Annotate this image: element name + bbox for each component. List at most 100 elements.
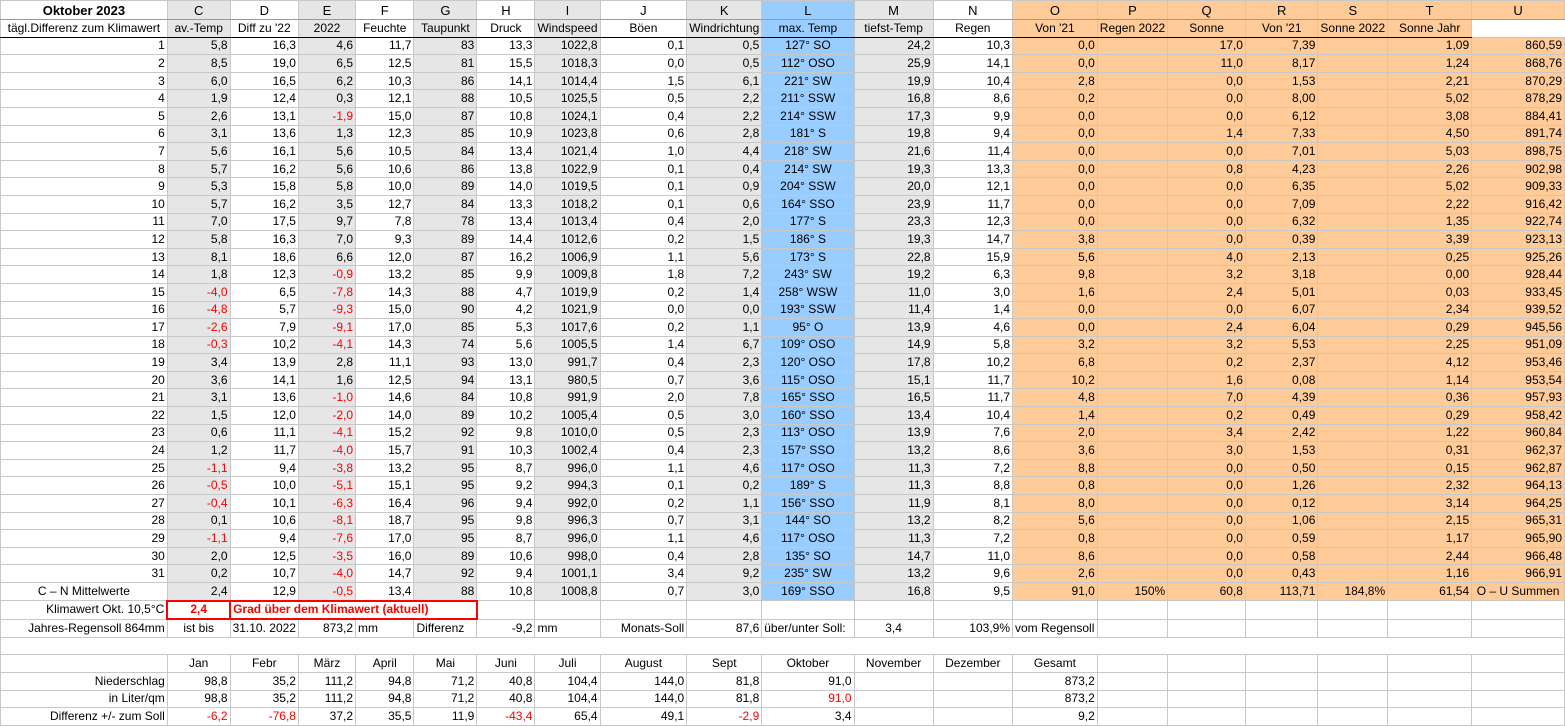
empty-cell[interactable] (1317, 689, 1389, 709)
data-cell[interactable]: 0,0 (1167, 106, 1246, 126)
data-cell[interactable]: 6,32 (1244, 212, 1319, 232)
day-cell[interactable]: 5 (0, 106, 168, 126)
mean-cell[interactable]: 10,8 (476, 581, 536, 602)
data-cell[interactable]: 0,4 (686, 159, 763, 179)
day-cell[interactable]: 29 (0, 529, 168, 548)
summary-cell[interactable]: -2,9 (686, 707, 763, 726)
data-cell[interactable]: 0,0 (1012, 142, 1098, 161)
data-cell[interactable] (1096, 458, 1169, 478)
summary-cell[interactable]: 3,4 (761, 707, 855, 726)
day-cell[interactable]: 15 (0, 282, 168, 302)
summary-cell[interactable]: 94,8 (355, 671, 415, 691)
data-cell[interactable]: 0,0 (1167, 212, 1246, 232)
data-cell[interactable]: -0,9 (297, 265, 357, 284)
data-cell[interactable]: 156° SSO (761, 494, 855, 513)
data-cell[interactable]: 1014,4 (534, 71, 601, 91)
data-cell[interactable] (1096, 511, 1169, 531)
data-cell[interactable]: 6,04 (1244, 318, 1319, 337)
day-cell[interactable]: 19 (0, 353, 168, 372)
monats-value[interactable]: 87,6 (686, 618, 763, 638)
data-cell[interactable]: -1,0 (297, 388, 357, 408)
data-cell[interactable] (1096, 89, 1169, 108)
data-cell[interactable]: 0,2 (686, 476, 763, 496)
data-cell[interactable]: 10,2 (229, 335, 299, 355)
column-letter[interactable]: S (1317, 0, 1389, 20)
month-header[interactable]: Gesamt (1012, 654, 1098, 673)
data-cell[interactable]: -3,8 (297, 458, 357, 478)
data-cell[interactable]: 14,0 (476, 177, 536, 196)
data-cell[interactable]: -8,1 (297, 511, 357, 531)
data-cell[interactable]: 3,2 (1012, 335, 1098, 355)
empty-cell[interactable] (686, 600, 763, 620)
data-cell[interactable]: 12,7 (355, 194, 415, 214)
data-cell[interactable]: 193° SSW (761, 300, 855, 320)
data-cell[interactable]: -4,1 (297, 335, 357, 355)
data-cell[interactable]: 12,1 (355, 89, 415, 108)
data-cell[interactable]: 19,8 (853, 124, 934, 144)
data-cell[interactable]: 117° OSO (761, 529, 855, 548)
data-cell[interactable]: 12,0 (355, 247, 415, 267)
data-cell[interactable]: 3,2 (1167, 335, 1246, 355)
day-cell[interactable]: 28 (0, 511, 168, 531)
data-cell[interactable]: 135° SO (761, 546, 855, 566)
data-cell[interactable]: 1,4 (686, 282, 763, 302)
month-header[interactable]: Dezember (932, 654, 1014, 673)
data-cell[interactable]: -1,1 (166, 458, 231, 478)
empty-cell[interactable] (599, 600, 688, 620)
summary-cell[interactable]: 65,4 (534, 707, 601, 726)
data-cell[interactable]: 909,33 (1471, 177, 1565, 196)
data-cell[interactable]: -9,3 (297, 300, 357, 320)
data-cell[interactable]: 5,03 (1387, 142, 1473, 161)
data-cell[interactable]: 991,7 (534, 353, 601, 372)
data-cell[interactable]: 1021,4 (534, 142, 601, 161)
data-cell[interactable] (1096, 54, 1169, 73)
column-header[interactable]: Diff zu '22 (229, 19, 299, 38)
data-cell[interactable]: 3,8 (1012, 230, 1098, 249)
data-cell[interactable]: 0,2 (1012, 89, 1098, 108)
data-cell[interactable]: 925,26 (1471, 247, 1565, 267)
mean-cell[interactable]: 91,0 (1012, 581, 1098, 602)
data-cell[interactable]: 13,3 (932, 159, 1014, 179)
data-cell[interactable]: 945,56 (1471, 318, 1565, 337)
data-cell[interactable]: 1010,0 (534, 423, 601, 443)
column-header[interactable]: max. Temp (761, 19, 855, 38)
data-cell[interactable]: 4,50 (1387, 124, 1473, 144)
empty-cell[interactable] (1096, 618, 1169, 638)
data-cell[interactable]: 4,6 (297, 36, 357, 56)
data-cell[interactable]: 13,3 (476, 36, 536, 56)
data-cell[interactable]: 2,2 (686, 89, 763, 108)
data-cell[interactable]: 5,53 (1244, 335, 1319, 355)
data-cell[interactable]: 1,1 (599, 247, 688, 267)
data-cell[interactable] (1317, 529, 1389, 548)
data-cell[interactable]: -7,6 (297, 529, 357, 548)
mean-cell[interactable]: 12,9 (229, 581, 299, 602)
data-cell[interactable]: 3,4 (1167, 423, 1246, 443)
data-cell[interactable]: 1,14 (1387, 370, 1473, 390)
data-cell[interactable]: 87 (413, 247, 478, 267)
data-cell[interactable] (1317, 353, 1389, 372)
data-cell[interactable]: 87 (413, 106, 478, 126)
day-cell[interactable]: 31 (0, 564, 168, 583)
day-cell[interactable]: 3 (0, 71, 168, 91)
summary-cell[interactable] (853, 689, 934, 709)
data-cell[interactable]: 0,1 (599, 177, 688, 196)
day-cell[interactable]: 18 (0, 335, 168, 355)
data-cell[interactable]: 11,0 (932, 546, 1014, 566)
data-cell[interactable]: 2,32 (1387, 476, 1473, 496)
data-cell[interactable]: 6,12 (1244, 106, 1319, 126)
data-cell[interactable]: 1019,9 (534, 282, 601, 302)
data-cell[interactable]: 0,5 (599, 89, 688, 108)
data-cell[interactable]: 1,8 (599, 265, 688, 284)
data-cell[interactable]: 2,8 (686, 546, 763, 566)
data-cell[interactable]: 958,42 (1471, 406, 1565, 425)
data-cell[interactable]: 962,37 (1471, 441, 1565, 460)
mean-cell[interactable]: 2,4 (166, 581, 231, 602)
summary-cell[interactable]: 37,2 (297, 707, 357, 726)
data-cell[interactable]: 12,4 (229, 89, 299, 108)
data-cell[interactable]: 7,2 (932, 529, 1014, 548)
data-cell[interactable]: 2,6 (1012, 564, 1098, 583)
data-cell[interactable]: 964,13 (1471, 476, 1565, 496)
data-cell[interactable]: 6,6 (297, 247, 357, 267)
data-cell[interactable]: 2,22 (1387, 194, 1473, 214)
data-cell[interactable]: 17,8 (853, 353, 934, 372)
